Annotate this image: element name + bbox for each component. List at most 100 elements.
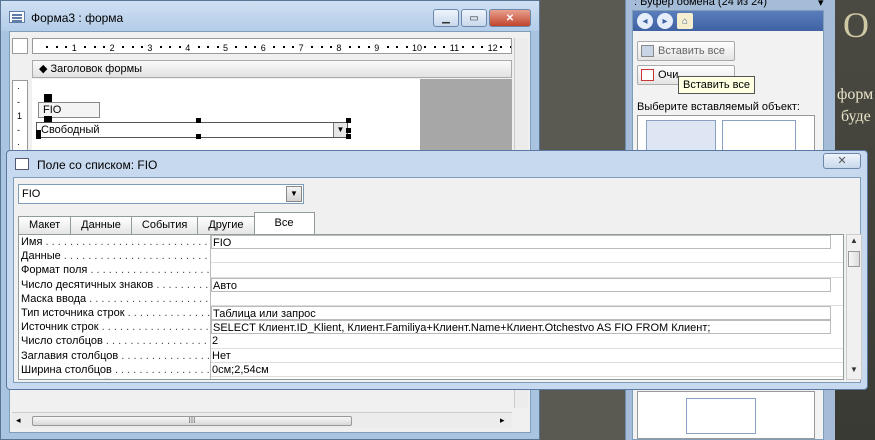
property-name-label: Данные: [21, 250, 61, 263]
leader-dots: . . . . . . . . . . . . . . . . . . . . …: [105, 335, 210, 348]
ruler-number: 2: [109, 43, 115, 53]
scroll-down-icon[interactable]: ▼: [850, 365, 858, 374]
form-selector[interactable]: [12, 38, 28, 54]
leader-dots: . . . . . . . . . . . . . . . . . . . . …: [89, 292, 210, 305]
ruler-dot: [159, 46, 162, 48]
property-name[interactable]: Маска ввода . . . . . . . . . . . . . . …: [19, 291, 211, 306]
clipboard-title: : Буфер обмена (24 из 24): [634, 0, 768, 8]
pane-menu-icon[interactable]: ▾: [818, 0, 824, 9]
ruler-dot: [348, 46, 351, 48]
leader-dots: . . . . . . . . . . . . . . . . . . . . …: [114, 363, 210, 376]
property-name[interactable]: Ширина столбцов . . . . . . . . . . . . …: [19, 362, 211, 377]
close-button[interactable]: ✕: [489, 9, 531, 27]
property-name-label: Тип источника строк: [21, 306, 125, 319]
resize-handle[interactable]: [196, 118, 201, 123]
property-tabs: Макет Данные События Другие Все: [18, 212, 315, 234]
resize-handle[interactable]: [346, 128, 351, 133]
tab-4[interactable]: Все: [253, 212, 315, 234]
property-value[interactable]: 1: [211, 377, 843, 379]
move-handle[interactable]: [44, 94, 52, 102]
property-value[interactable]: Таблица или запрос: [211, 305, 831, 321]
ruler-dot: [122, 46, 125, 48]
property-row: Число столбцов . . . . . . . . . . . . .…: [19, 334, 843, 349]
object-selector[interactable]: FIO ▼: [18, 184, 304, 204]
scroll-left-icon[interactable]: ◂: [16, 415, 21, 426]
property-value[interactable]: Авто: [211, 277, 831, 292]
leader-dots: . . . . . . . . . . . . . . . . . . . . …: [121, 349, 210, 362]
property-name[interactable]: Имя . . . . . . . . . . . . . . . . . . …: [19, 235, 211, 250]
forward-icon[interactable]: ▸: [657, 13, 673, 29]
ruler-dot: [235, 46, 238, 48]
property-name[interactable]: Тип источника строк . . . . . . . . . . …: [19, 305, 211, 321]
property-value[interactable]: 0см;2,54см: [211, 363, 843, 377]
scroll-right-icon[interactable]: ▸: [500, 415, 505, 426]
ruler-number: 5: [223, 43, 229, 53]
scroll-thumb[interactable]: III: [32, 416, 352, 426]
minimize-button[interactable]: ▁: [433, 9, 459, 27]
vruler-number: 1: [17, 111, 23, 121]
ruler-dot: [254, 46, 257, 48]
leader-dots: . . . . . . . . . . . . . . . . . . . . …: [127, 306, 211, 319]
ruler-dot: [46, 46, 49, 48]
chevron-down-icon: ▼: [333, 123, 347, 137]
paste-all-button[interactable]: Вставить все: [637, 41, 735, 61]
combo-unbound-text: Свободный: [41, 124, 100, 136]
ruler-dot: [84, 46, 87, 48]
form-titlebar[interactable]: Форма3 : форма ▁ ▭ ✕: [1, 1, 539, 31]
clip-thumbnail: [686, 398, 756, 434]
leader-dots: . . . . . . . . . . . . . . . . . . . . …: [154, 378, 210, 379]
ruler-dot: [282, 46, 285, 48]
property-value[interactable]: [211, 263, 843, 278]
property-name[interactable]: Данные . . . . . . . . . . . . . . . . .…: [19, 249, 211, 264]
home-icon[interactable]: ⌂: [677, 13, 693, 29]
tab-0[interactable]: Макет: [18, 216, 72, 234]
grid-vertical-scrollbar[interactable]: ▲ ▼: [846, 234, 862, 380]
clipboard-item[interactable]: [637, 391, 815, 439]
maximize-button[interactable]: ▭: [461, 9, 487, 27]
ruler-number: 4: [185, 43, 191, 53]
chevron-down-icon[interactable]: ▼: [286, 186, 302, 202]
property-name-label: Имя: [21, 236, 43, 248]
tab-3[interactable]: Другие: [197, 216, 255, 234]
tab-1[interactable]: Данные: [70, 216, 132, 234]
property-value[interactable]: [211, 249, 843, 264]
property-value[interactable]: 2: [211, 334, 843, 349]
property-name[interactable]: Присоединенный столбец . . . . . . . . .…: [19, 376, 211, 379]
ruler-dot: [131, 46, 134, 48]
resize-handle[interactable]: [346, 118, 351, 123]
ruler-dot: [311, 46, 314, 48]
property-value[interactable]: FIO: [211, 235, 831, 250]
tab-2[interactable]: События: [130, 216, 199, 234]
property-name-label: Ширина столбцов: [21, 363, 112, 376]
ruler-dot: [509, 46, 511, 48]
form-header-section-bar[interactable]: ◆ Заголовок формы: [32, 60, 512, 78]
clear-icon: [641, 69, 654, 81]
property-name[interactable]: Заглавия столбцов . . . . . . . . . . . …: [19, 348, 211, 363]
property-name[interactable]: Формат поля . . . . . . . . . . . . . . …: [19, 263, 211, 278]
horizontal-ruler[interactable]: 1 2 3 4 5 6 7 8 9 10 11 12: [32, 38, 512, 54]
scroll-up-icon[interactable]: ▲: [850, 236, 858, 245]
ruler-dot: [103, 46, 106, 48]
property-name[interactable]: Число десятичных знаков . . . . . . . . …: [19, 277, 211, 292]
resize-handle[interactable]: [346, 134, 351, 139]
property-value[interactable]: [211, 292, 843, 306]
ruler-dot: [273, 46, 276, 48]
property-name[interactable]: Источник строк . . . . . . . . . . . . .…: [19, 320, 211, 335]
form-horizontal-scrollbar[interactable]: ◂ III ▸: [12, 412, 512, 428]
resize-handle[interactable]: [36, 134, 41, 139]
property-name-label: Число десятичных знаков: [21, 278, 154, 291]
ruler-dot: [481, 46, 484, 48]
property-value[interactable]: SELECT Клиент.ID_Klient, Клиент.Familiya…: [211, 320, 831, 335]
background-text-1: форм: [837, 86, 874, 103]
scroll-thumb[interactable]: [848, 251, 860, 267]
ruler-dot: [358, 46, 361, 48]
property-value[interactable]: Нет: [211, 349, 843, 363]
fio-combo-control[interactable]: Свободный ▼: [36, 122, 348, 138]
properties-titlebar[interactable]: Поле со списком: FIO ✕: [7, 151, 867, 177]
clear-all-label: Очи: [658, 69, 679, 81]
back-icon[interactable]: ◂: [637, 13, 653, 29]
close-icon[interactable]: ✕: [823, 153, 861, 169]
ruler-dot: [367, 46, 370, 48]
property-name[interactable]: Число столбцов . . . . . . . . . . . . .…: [19, 334, 211, 349]
resize-handle[interactable]: [196, 134, 201, 139]
